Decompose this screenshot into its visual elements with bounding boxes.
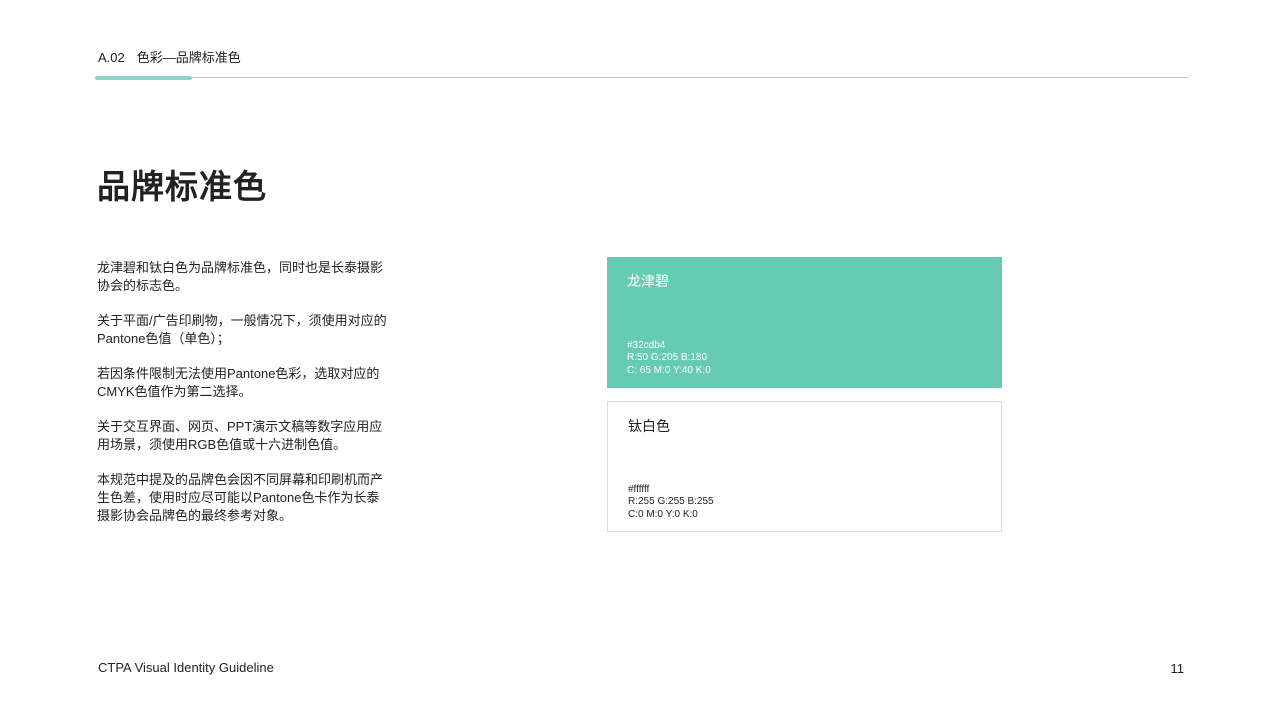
swatch-values: #32cdb4 R:50 G:205 B:180 C: 65 M:0 Y:40 … bbox=[627, 340, 711, 378]
paragraph-color-variance: 本规范中提及的品牌色会因不同屏幕和印刷机而产生色差，使用时应尽可能以Panton… bbox=[97, 472, 384, 523]
swatch-hex: #ffffff bbox=[628, 483, 650, 495]
swatch-hex: #32cdb4 bbox=[627, 339, 666, 351]
swatch-name: 钛白色 bbox=[628, 418, 670, 434]
paragraph-brand-colors: 龙津碧和钛白色为品牌标准色，同时也是长泰摄影协会的标志色。 bbox=[97, 260, 384, 293]
paragraph-digital-rgb: 关于交互界面、网页、PPT演示文稿等数字应用应用场景，须使用RGB色值或十六进制… bbox=[97, 419, 383, 452]
page-title: 品牌标准色 bbox=[97, 168, 267, 205]
section-code: A.02 bbox=[98, 50, 125, 65]
swatch-rgb: R:255 G:255 B:255 bbox=[628, 496, 714, 507]
swatch-name: 龙津碧 bbox=[627, 273, 669, 289]
swatch-longjin-green: 龙津碧 #32cdb4 R:50 G:205 B:180 C: 65 M:0 Y… bbox=[607, 257, 1002, 388]
swatch-cmyk: C:0 M:0 Y:0 K:0 bbox=[628, 508, 698, 520]
swatch-values: #ffffff R:255 G:255 B:255 C:0 M:0 Y:0 K:… bbox=[628, 484, 714, 522]
section-title: 色彩—品牌标准色 bbox=[136, 50, 241, 65]
header-divider bbox=[95, 77, 1188, 78]
swatch-cmyk: C: 65 M:0 Y:40 K:0 bbox=[627, 364, 711, 376]
section-header: A.02 色彩—品牌标准色 bbox=[98, 47, 241, 66]
page-number: 11 bbox=[1170, 661, 1185, 676]
swatch-titanium-white: 钛白色 #ffffff R:255 G:255 B:255 C:0 M:0 Y:… bbox=[607, 401, 1002, 532]
swatch-rgb: R:50 G:205 B:180 bbox=[627, 352, 708, 363]
footer-guideline-name: CTPA Visual Identity Guideline bbox=[98, 660, 274, 675]
paragraph-cmyk-fallback: 若因条件限制无法使用Pantone色彩，选取对应的CMYK色值作为第二选择。 bbox=[97, 366, 380, 399]
header-divider-accent bbox=[95, 76, 192, 80]
paragraph-print-pantone: 关于平面/广告印刷物，一般情况下，须使用对应的Pantone色值（单色）； bbox=[97, 313, 387, 346]
description-text: 龙津碧和钛白色为品牌标准色，同时也是长泰摄影协会的标志色。 关于平面/广告印刷物… bbox=[97, 259, 387, 542]
